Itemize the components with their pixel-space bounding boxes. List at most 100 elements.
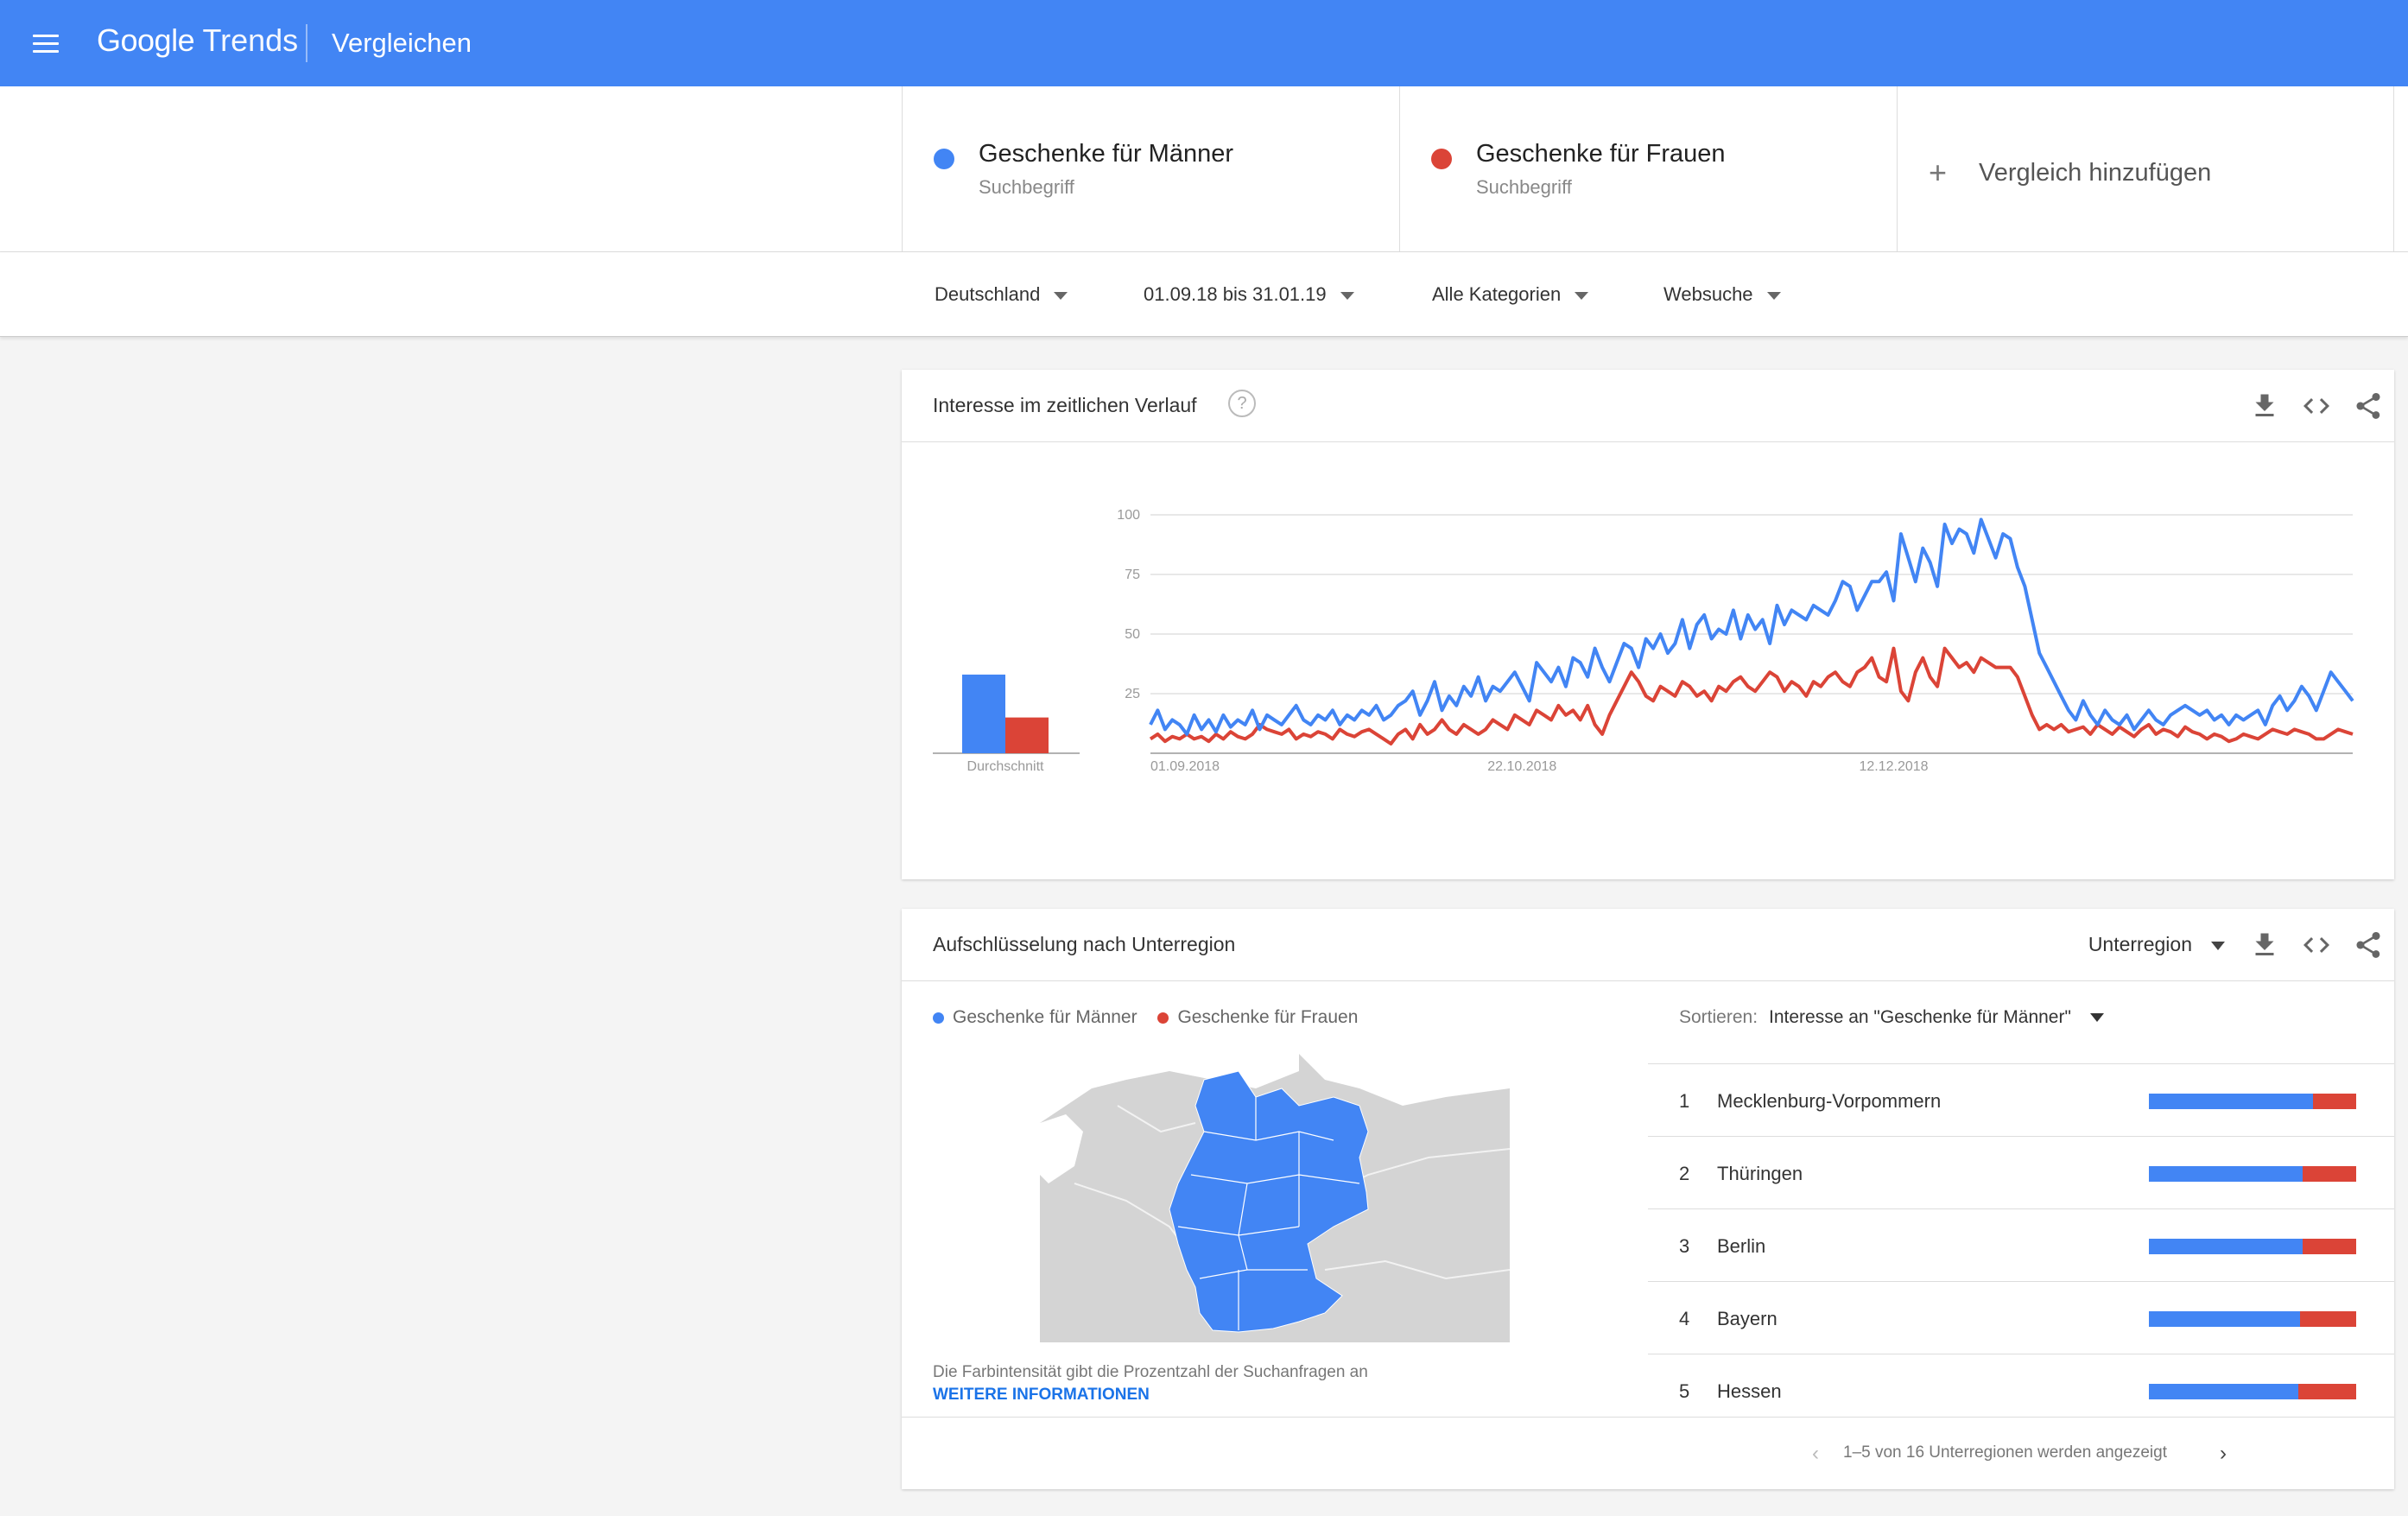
average-label: Durchschnitt: [967, 759, 1044, 774]
legend-item-2: Geschenke für Frauen: [1157, 1007, 1358, 1027]
region-share-bar: [2149, 1311, 2356, 1327]
y-tick-label: 25: [1125, 687, 1140, 701]
bar-men: [2149, 1384, 2298, 1399]
embed-icon[interactable]: [2301, 929, 2332, 961]
region-rank: 1: [1679, 1090, 1690, 1112]
interest-over-time-card: Interesse im zeitlichen Verlauf ? 100 75 5…: [902, 370, 2394, 879]
region-card-title: Aufschlüsselung nach Unterregion: [933, 933, 1236, 955]
bar-men: [2149, 1311, 2301, 1327]
bar-women: [2312, 1094, 2356, 1109]
card-header: Interesse im zeitlichen Verlauf ?: [902, 370, 2394, 442]
legend-dot-red: [1157, 1012, 1169, 1024]
date-range-label: 01.09.18 bis 31.01.19: [1144, 283, 1327, 305]
sort-row: Sortieren: Interesse an "Geschenke für M…: [1648, 981, 2394, 1064]
region-rank: 5: [1679, 1380, 1690, 1402]
pagination-text: 1–5 von 16 Unterregionen werden angezeig…: [1843, 1443, 2167, 1462]
region-row[interactable]: 1 Mecklenburg-Vorpommern: [1648, 1064, 2394, 1137]
help-icon[interactable]: ?: [1228, 390, 1256, 417]
series-line: [1149, 646, 2354, 745]
germany-shape: [1169, 1070, 1369, 1333]
page-title: Vergleichen: [332, 28, 472, 58]
y-tick-label: 100: [1117, 508, 1140, 523]
caret-down-icon: [2089, 1013, 2104, 1023]
region-row[interactable]: 5 Hessen: [1648, 1354, 2394, 1417]
region-share-bar: [2149, 1384, 2356, 1399]
hamburger-menu-icon[interactable]: [33, 35, 59, 54]
top-app-bar: Google Trends Vergleichen: [0, 0, 2408, 86]
x-tick-label: 01.09.2018: [1150, 759, 1220, 774]
header-divider: [306, 24, 307, 62]
region-share-bar: [2149, 1239, 2356, 1254]
map-intensity-note: Die Farbintensität gibt die Prozentzahl …: [933, 1363, 1368, 1381]
resolution-dropdown[interactable]: Unterregion: [2088, 933, 2225, 956]
x-tick-label: 22.10.2018: [1487, 759, 1556, 774]
legend-dot-blue: [933, 1012, 944, 1024]
share-icon[interactable]: [2353, 390, 2384, 422]
term-1-name: Geschenke für Männer: [979, 140, 1233, 168]
caret-down-icon: [1575, 291, 1589, 300]
previous-page-icon[interactable]: ‹: [1812, 1442, 1819, 1466]
caret-down-icon: [1766, 291, 1781, 300]
bar-women: [2297, 1384, 2356, 1399]
average-bar: [1005, 717, 1049, 753]
search-type-dropdown[interactable]: Websuche: [1663, 283, 1781, 306]
search-terms-row: Geschenke für Männer Suchbegriff Geschen…: [0, 86, 2408, 252]
search-type-label: Websuche: [1663, 283, 1753, 305]
region-name: Hessen: [1717, 1380, 1782, 1402]
search-term-card-2[interactable]: Geschenke für Frauen Suchbegriff: [1399, 86, 1897, 252]
term-2-color-dot: [1431, 149, 1452, 169]
bar-men: [2149, 1094, 2313, 1109]
region-row[interactable]: 2 Thüringen: [1648, 1137, 2394, 1209]
region-filter-dropdown[interactable]: Deutschland: [935, 283, 1068, 306]
card-header: Aufschlüsselung nach Unterregion Unterre…: [902, 909, 2394, 981]
region-row[interactable]: 3 Berlin: [1648, 1209, 2394, 1282]
add-comparison-button[interactable]: + Vergleich hinzufügen: [1897, 86, 2394, 252]
date-range-dropdown[interactable]: 01.09.18 bis 31.01.19: [1144, 283, 1354, 306]
average-bar: [962, 674, 1005, 753]
filter-bar: Deutschland 01.09.18 bis 31.01.19 Alle K…: [0, 252, 2408, 337]
caret-down-icon: [1340, 291, 1354, 300]
germany-region-map[interactable]: [1040, 1054, 1510, 1342]
region-row[interactable]: 4 Bayern: [1648, 1282, 2394, 1354]
search-term-card-1[interactable]: Geschenke für Männer Suchbegriff: [902, 86, 1399, 252]
logo-trends-text: Trends: [202, 22, 299, 58]
region-name: Mecklenburg-Vorpommern: [1717, 1090, 1942, 1112]
term-2-name: Geschenke für Frauen: [1476, 140, 1726, 168]
google-trends-logo[interactable]: Google Trends: [97, 22, 298, 59]
embed-icon[interactable]: [2301, 390, 2332, 422]
caret-down-icon: [2211, 941, 2225, 950]
term-2-type: Suchbegriff: [1476, 176, 1572, 198]
download-icon[interactable]: [2249, 929, 2280, 961]
y-tick-label: 50: [1125, 627, 1140, 642]
interest-card-title: Interesse im zeitlichen Verlauf: [933, 394, 1197, 416]
map-legend: Geschenke für Männer Geschenke für Fraue…: [933, 1007, 1373, 1028]
series-line: [1149, 517, 2354, 736]
legend-label-2: Geschenke für Frauen: [1177, 1007, 1359, 1027]
subregion-breakdown-card: Aufschlüsselung nach Unterregion Unterre…: [902, 909, 2394, 1489]
y-tick-label: 75: [1125, 568, 1140, 582]
region-filter-label: Deutschland: [935, 283, 1041, 305]
more-info-link[interactable]: WEITERE INFORMATIONEN: [933, 1386, 1150, 1405]
caret-down-icon: [1054, 291, 1068, 300]
sort-dropdown[interactable]: Interesse an "Geschenke für Männer": [1769, 1007, 2104, 1028]
next-page-icon[interactable]: ›: [2220, 1442, 2227, 1466]
add-comparison-label: Vergleich hinzufügen: [1979, 159, 2212, 187]
share-icon[interactable]: [2353, 929, 2384, 961]
logo-google-text: Google: [97, 22, 195, 58]
legend-item-1: Geschenke für Männer: [933, 1007, 1137, 1027]
bar-women: [2302, 1166, 2356, 1182]
resolution-label: Unterregion: [2088, 933, 2192, 955]
region-name: Thüringen: [1717, 1163, 1803, 1184]
region-rank: 4: [1679, 1308, 1690, 1329]
plus-icon: +: [1929, 155, 1948, 190]
region-share-bar: [2149, 1094, 2356, 1109]
region-rank: 3: [1679, 1235, 1690, 1257]
category-dropdown[interactable]: Alle Kategorien: [1432, 283, 1589, 306]
interest-line-chart: 100 75 50 25 01.09.2018 22.10.2018 12.12.2018 D…: [933, 508, 2354, 774]
map-svg: [1040, 1054, 1510, 1342]
term-1-color-dot: [934, 149, 954, 169]
x-tick-label: 12.12.2018: [1859, 759, 1928, 774]
region-share-bar: [2149, 1166, 2356, 1182]
download-icon[interactable]: [2249, 390, 2280, 422]
bar-men: [2149, 1239, 2303, 1254]
